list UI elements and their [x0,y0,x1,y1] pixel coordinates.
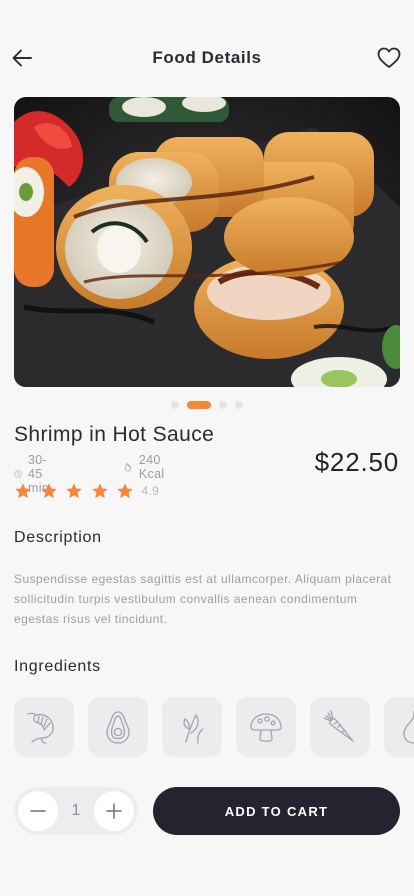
decrease-button[interactable] [18,791,58,831]
ingredient-item[interactable] [162,697,222,757]
ingredient-item[interactable] [88,697,148,757]
carrot-icon [323,710,354,742]
star-icon [117,483,133,499]
star-icon [15,483,31,499]
shrimp-icon [27,712,54,744]
quantity-stepper: 1 [14,787,138,835]
star-icon [40,483,57,499]
ingredient-item[interactable] [384,697,414,757]
add-to-cart-button[interactable]: ADD TO CART [153,787,400,835]
mushroom-icon [250,713,282,742]
plus-icon [106,803,122,819]
ingredient-item[interactable] [310,697,370,757]
increase-button[interactable] [94,791,134,831]
price: $22.50 [314,447,399,477]
ingredients-title: Ingredients [14,658,101,675]
avocado-icon [106,711,130,744]
page-title: Food Details [152,48,262,67]
onion-icon [403,711,414,744]
favorite-button[interactable] [376,45,402,71]
food-name: Shrimp in Hot Sauce [14,423,215,446]
star-icon [91,483,108,499]
minus-icon [30,810,46,812]
description-title: Description [14,529,102,546]
carousel-dot[interactable] [235,401,243,409]
flame-icon [124,463,132,472]
carousel-dot-active[interactable] [187,401,211,409]
rating-value: 4.9 [141,484,160,498]
description-text: Suspendisse egestas sagittis est at ulla… [14,572,392,626]
carousel-dot[interactable] [219,401,227,409]
ingredient-item[interactable] [14,697,74,757]
carousel-dot[interactable] [171,401,179,409]
rating-stars: 4.9 [14,482,159,500]
herb-leaf-icon [183,714,204,744]
calories-text: 240 Kcal [138,453,165,481]
calories: 240 Kcal [123,453,171,481]
carousel-indicator [0,401,414,409]
quantity-value: 1 [71,802,81,819]
ingredients-list[interactable] [14,697,414,757]
ingredient-item[interactable] [236,697,296,757]
heart-icon [377,47,401,68]
food-image[interactable] [14,97,400,387]
clock-icon [14,470,22,478]
star-icon [66,483,82,499]
